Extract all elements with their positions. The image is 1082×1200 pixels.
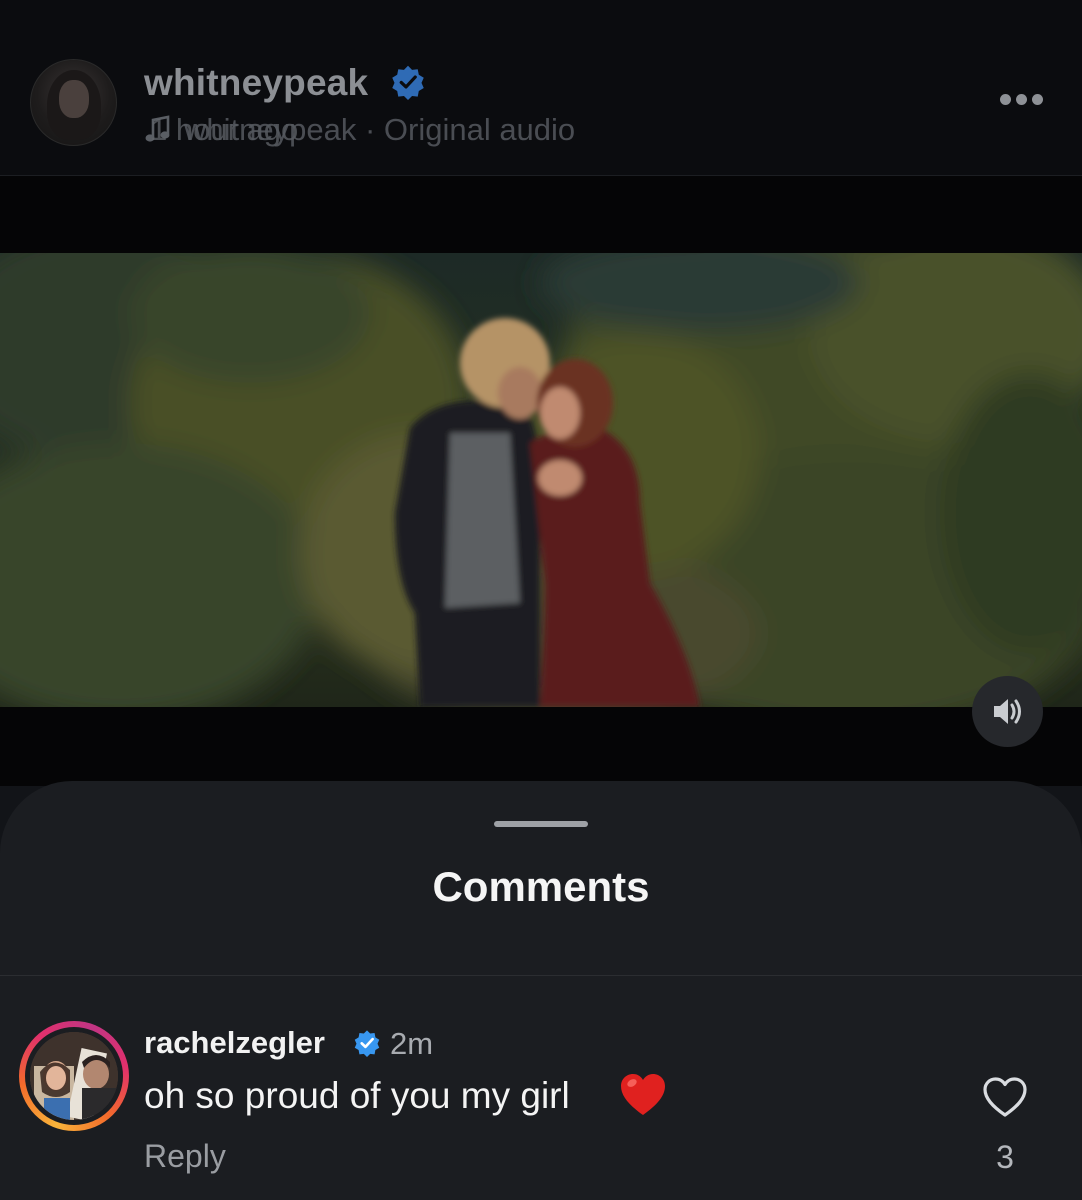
- reply-button[interactable]: Reply: [144, 1138, 226, 1175]
- more-dots-icon: [1016, 94, 1027, 105]
- commenter-avatar-story-ring[interactable]: [19, 1021, 129, 1131]
- comment-body: oh so proud of you my girl: [144, 1075, 570, 1116]
- verified-badge-icon: [354, 1030, 380, 1057]
- commenter-username[interactable]: rachelzegler: [144, 1025, 325, 1061]
- more-dots-icon: [1000, 94, 1011, 105]
- more-options-button[interactable]: [996, 88, 1046, 112]
- comment-timestamp: 2m: [390, 1026, 434, 1061]
- avatar-face-shape: [59, 80, 89, 118]
- sheet-divider: [0, 975, 1082, 976]
- original-audio-link[interactable]: whitneypeak · Original audio: [184, 112, 575, 148]
- comments-sheet: Comments rachelzegler 2m oh so proud of …: [0, 781, 1082, 1200]
- video-frame-image[interactable]: [0, 253, 1082, 707]
- red-heart-emoji: [621, 1074, 665, 1115]
- comments-title: Comments: [432, 863, 650, 910]
- heart-outline-icon[interactable]: [981, 1075, 1029, 1119]
- post-header: whitneypeak 1 hour ago whitneypeak · Ori…: [0, 0, 1082, 176]
- video-player[interactable]: [0, 176, 1082, 786]
- like-count: 3: [996, 1139, 1014, 1175]
- commenter-avatar: [30, 1032, 118, 1120]
- video-scene: [0, 253, 1082, 707]
- volume-toggle-button[interactable]: [972, 676, 1043, 747]
- verified-badge-icon: [392, 65, 424, 100]
- sheet-drag-handle[interactable]: [494, 821, 588, 827]
- commenter-avatar-photo: [30, 1032, 118, 1120]
- speaker-volume-icon: [994, 699, 1021, 724]
- post-subtitle: 1 hour ago whitneypeak · Original audio: [144, 112, 664, 148]
- post-author-avatar[interactable]: [30, 59, 117, 146]
- post-author-username[interactable]: whitneypeak: [144, 62, 368, 104]
- more-dots-icon: [1032, 94, 1043, 105]
